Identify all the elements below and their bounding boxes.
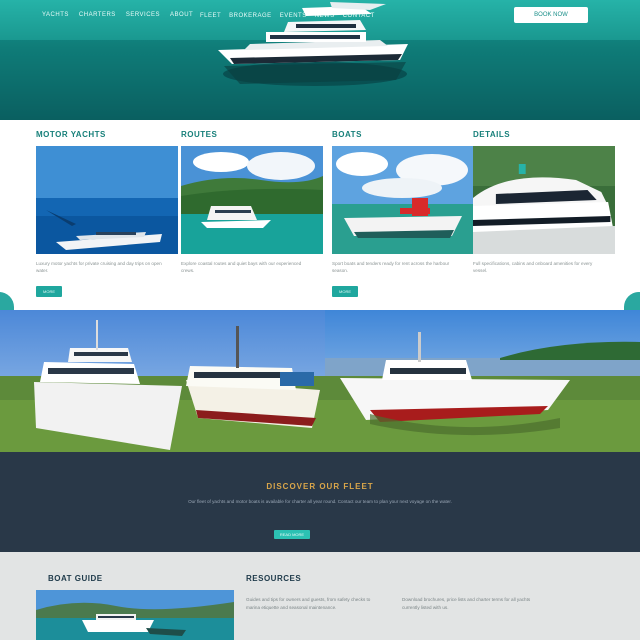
fleet-photo-banner [0,310,640,452]
yacht-gallery-section: MOTOR YACHTS Luxury motor yachts for pri… [0,120,640,344]
section-description: Our fleet of yachts and motor boats is a… [188,499,452,504]
card-image-yacht-closeup[interactable] [473,146,615,254]
bottom-content-section: BOAT GUIDE RESOURCES Guides and tips for… [0,552,640,640]
section-title: DISCOVER OUR FLEET [266,482,374,491]
card-description: Explore coastal routes and quiet bays wi… [181,261,302,273]
card-title: MOTOR YACHTS [36,130,106,139]
nav-item[interactable]: YACHTS [42,12,69,18]
bottom-left-title: BOAT GUIDE [48,574,103,583]
card-image-sport-boat[interactable] [332,146,474,254]
card-description: Sport boats and tenders ready for rent a… [332,261,450,273]
card-title: DETAILS [473,130,511,139]
card-description: Luxury motor yachts for private cruising… [36,261,162,273]
bottom-text-column: Guides and tips for owners and guests, f… [246,597,371,610]
hero-yacht-image [218,2,408,86]
card-description: Full specifications, cabins and onboard … [473,261,593,273]
card-more-button[interactable]: MORE [36,286,62,297]
harbour-photo[interactable] [36,590,234,640]
card-title: BOATS [332,130,362,139]
nav-item[interactable]: ABOUT [170,12,193,18]
nav-left-group: YACHTS CHARTERS SERVICES ABOUT [42,12,193,18]
read-more-button[interactable]: READ MORE [274,530,310,539]
card-more-button[interactable]: MORE [332,286,358,297]
nav-item[interactable]: SERVICES [126,12,160,18]
card-image-motor-yacht[interactable] [36,146,178,254]
bottom-text-column: Download brochures, price lists and char… [402,597,531,610]
bottom-right-title: RESOURCES [246,574,302,583]
book-now-button[interactable]: BOOK NOW [514,7,588,23]
card-title: ROUTES [181,130,218,139]
fleet-info-section: DISCOVER OUR FLEET Our fleet of yachts a… [0,452,640,552]
hero-header: YACHTS CHARTERS SERVICES ABOUT FLEET BRO… [0,0,640,120]
nav-item[interactable]: CHARTERS [79,12,116,18]
card-image-boat-at-bay[interactable] [181,146,323,254]
